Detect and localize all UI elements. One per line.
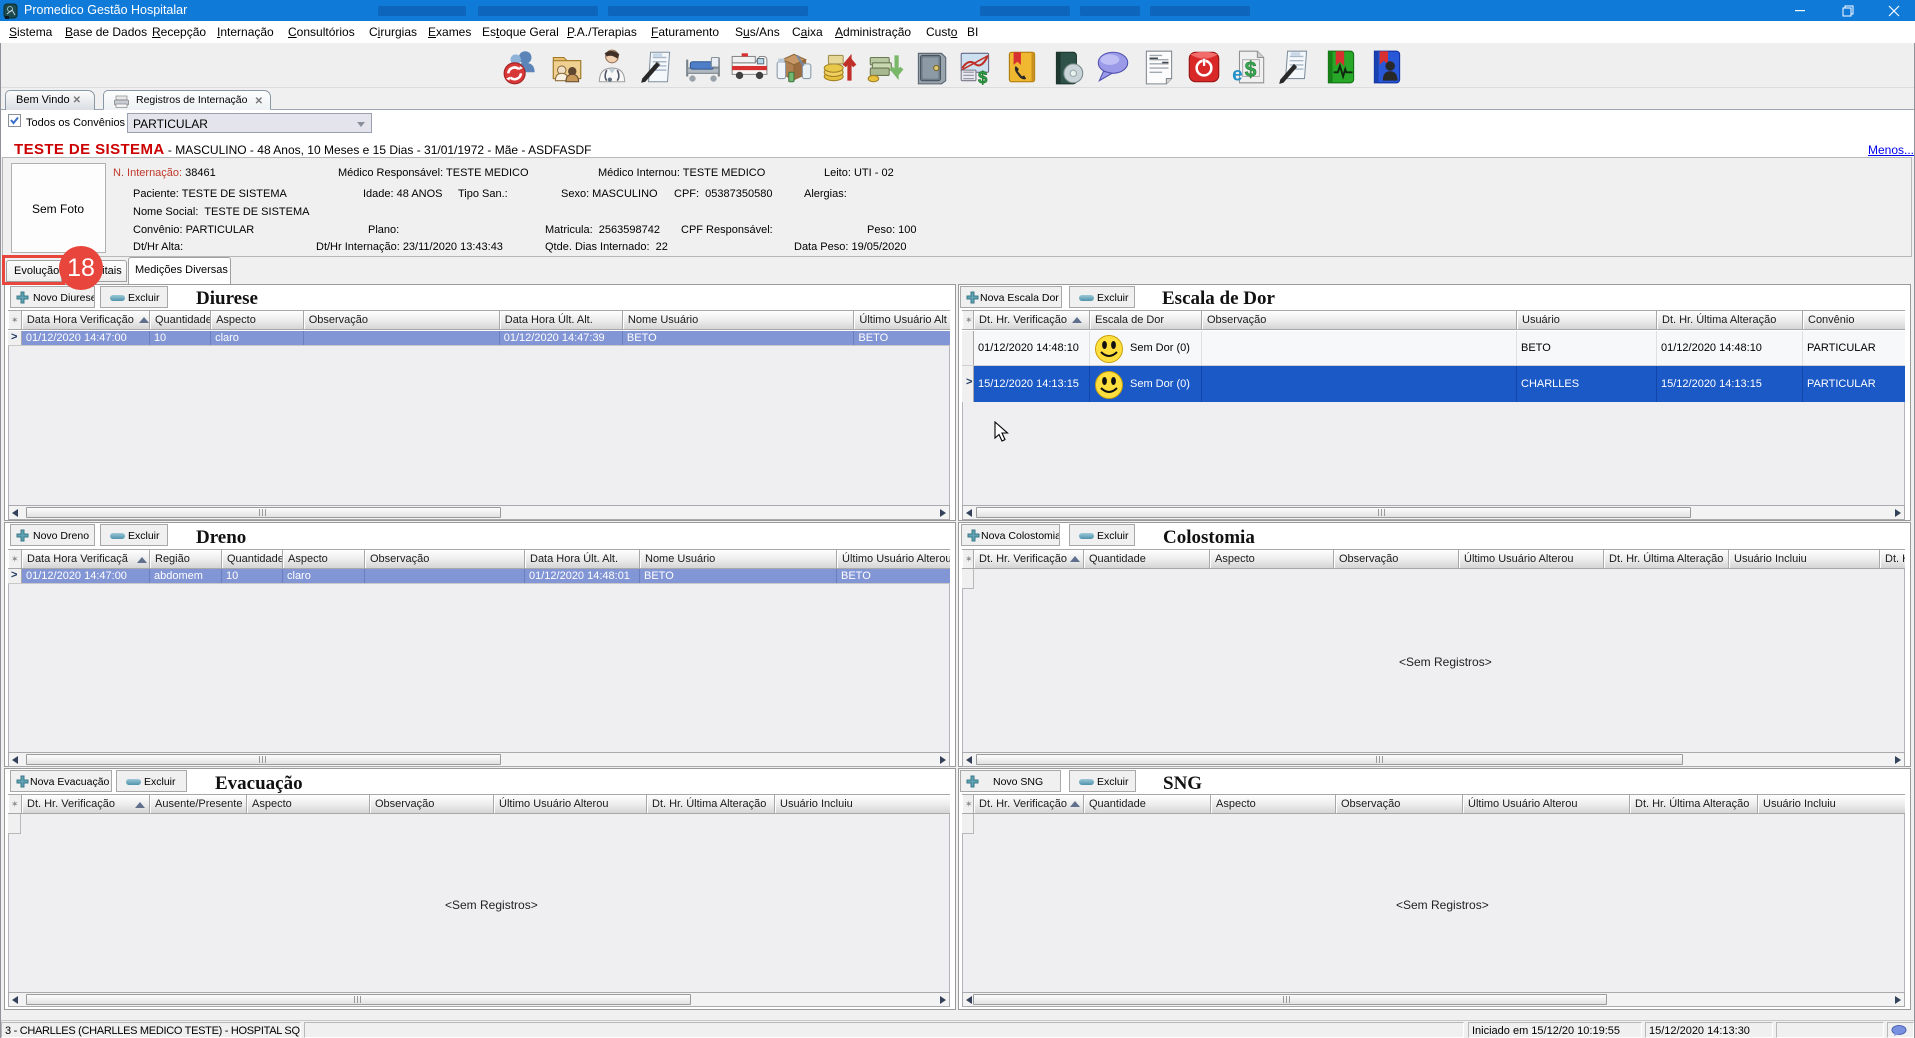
svg-text:$: $	[1245, 58, 1257, 81]
svg-text:e: e	[1232, 65, 1243, 86]
svg-text:$: $	[978, 68, 988, 87]
